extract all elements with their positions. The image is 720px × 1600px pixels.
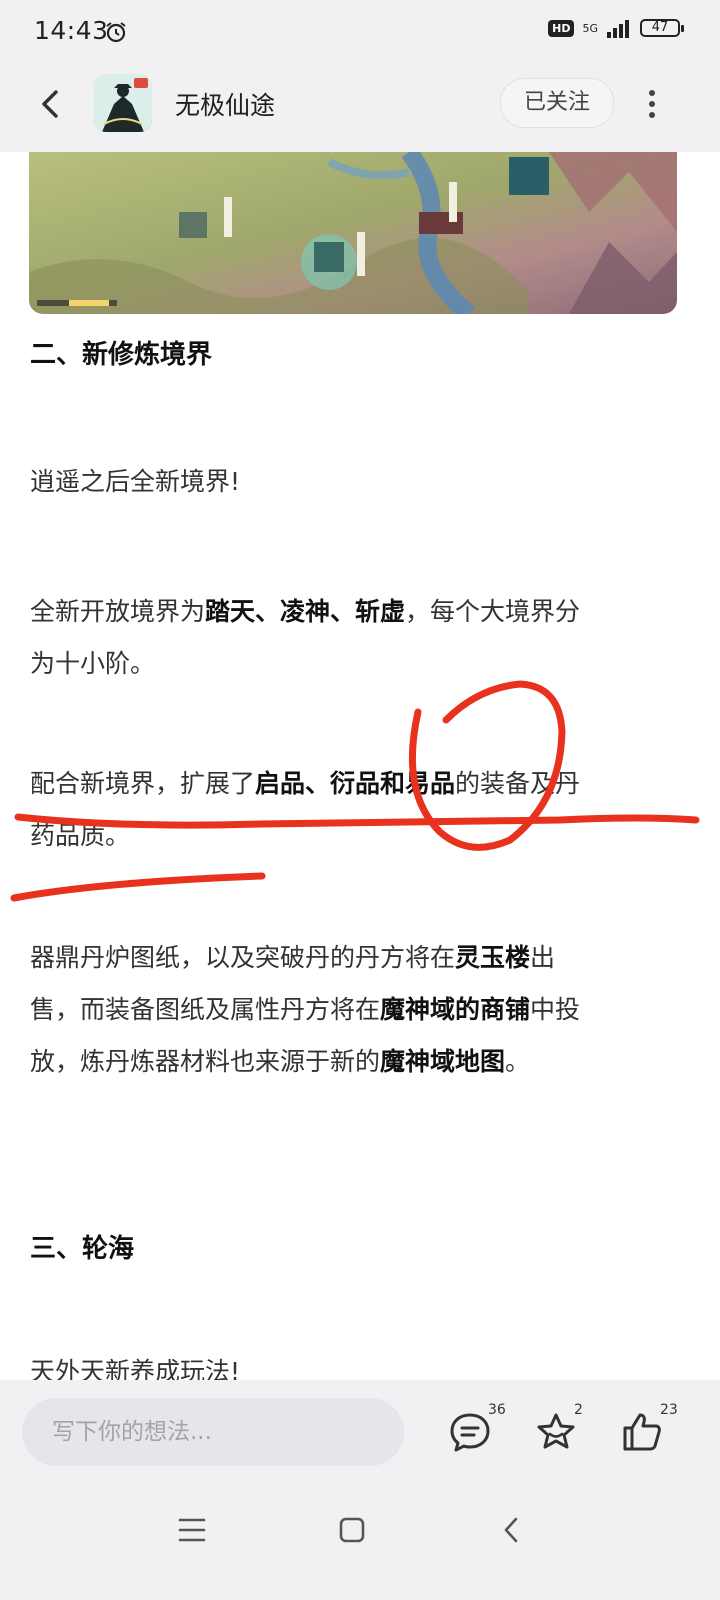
back-arrow-icon[interactable] — [32, 84, 72, 124]
paragraph-3: 配合新境界，扩展了启品、衍品和易品的装备及丹 药品质。 — [30, 758, 670, 862]
p4-bold-3: 魔神域地图 — [380, 1047, 506, 1076]
like-count: 23 — [660, 1402, 678, 1418]
p3-text-1: 配合新境界，扩展了 — [30, 769, 256, 798]
p3-bold-grades: 启品、衍品和易品 — [255, 769, 456, 798]
p4-text-3: 售，而装备图纸及属性丹方将在 — [30, 995, 381, 1024]
p4-text-1: 器鼎丹炉图纸，以及突破丹的丹方将在 — [30, 943, 456, 972]
section-heading-3: 三、轮海 — [30, 1234, 135, 1264]
p4-bold-2: 魔神域的商铺 — [380, 995, 531, 1024]
home-icon[interactable] — [332, 1510, 372, 1550]
comment-count: 36 — [488, 1402, 506, 1418]
system-nav-bar — [0, 1488, 720, 1600]
status-indicators: HD 5G 47 — [548, 18, 684, 38]
p2-text-1: 全新开放境界为 — [30, 597, 206, 626]
paragraph-4: 器鼎丹炉图纸，以及突破丹的丹方将在灵玉楼出 售，而装备图纸及属性丹方将在魔神域的… — [30, 932, 670, 1088]
banner-image — [29, 152, 677, 314]
comment-bar: 36 2 23 — [0, 1380, 720, 1488]
article-content: 二、新修炼境界 逍遥之后全新境界! 全新开放境界为踏天、凌神、斩虚，每个大境界分… — [0, 152, 720, 1380]
annotation-underline-2 — [10, 872, 266, 902]
app-title: 无极仙途 — [175, 91, 276, 120]
menu-icon[interactable] — [172, 1510, 212, 1550]
p2-text-3: 为十小阶。 — [30, 649, 156, 678]
p4-text-2: 出 — [530, 943, 556, 972]
p4-text-6: 。 — [505, 1047, 531, 1076]
paragraph-2: 全新开放境界为踏天、凌神、斩虚，每个大境界分 为十小阶。 — [30, 586, 670, 690]
game-map-image — [29, 152, 677, 314]
p2-text-2: ，每个大境界分 — [405, 597, 581, 626]
comment-input[interactable] — [22, 1398, 404, 1466]
paragraph-1: 逍遥之后全新境界! — [30, 467, 241, 496]
favorite-count: 2 — [574, 1402, 583, 1418]
paragraph-5: 天外天新养成玩法! — [30, 1357, 241, 1380]
hd-badge: HD — [548, 19, 575, 37]
p3-text-2: 的装备及丹 — [455, 769, 581, 798]
star-icon[interactable] — [534, 1410, 578, 1454]
status-bar: 14:43 HD 5G 47 — [0, 0, 720, 62]
network-label: 5G — [582, 21, 598, 35]
p4-text-4: 中投 — [530, 995, 581, 1024]
comment-icon[interactable] — [448, 1410, 492, 1454]
p3-text-3: 药品质。 — [30, 821, 131, 850]
follow-button[interactable]: 已关注 — [500, 78, 614, 128]
more-icon[interactable] — [640, 87, 664, 121]
p4-text-5: 放，炼丹炼器材料也来源于新的 — [30, 1047, 381, 1076]
app-logo-art — [94, 74, 152, 132]
p4-bold-1: 灵玉楼 — [455, 943, 531, 972]
alarm-icon — [106, 22, 126, 43]
battery-indicator: 47 — [640, 19, 684, 37]
app-header: 无极仙途 已关注 — [0, 62, 720, 152]
back-icon[interactable] — [492, 1510, 532, 1550]
status-time: 14:43 — [34, 16, 109, 45]
section-heading-2: 二、新修炼境界 — [30, 340, 213, 370]
thumbs-up-icon[interactable] — [620, 1410, 664, 1454]
signal-icon — [607, 20, 629, 38]
p2-bold-realms: 踏天、凌神、斩虚 — [205, 597, 406, 626]
app-logo[interactable] — [94, 74, 152, 132]
